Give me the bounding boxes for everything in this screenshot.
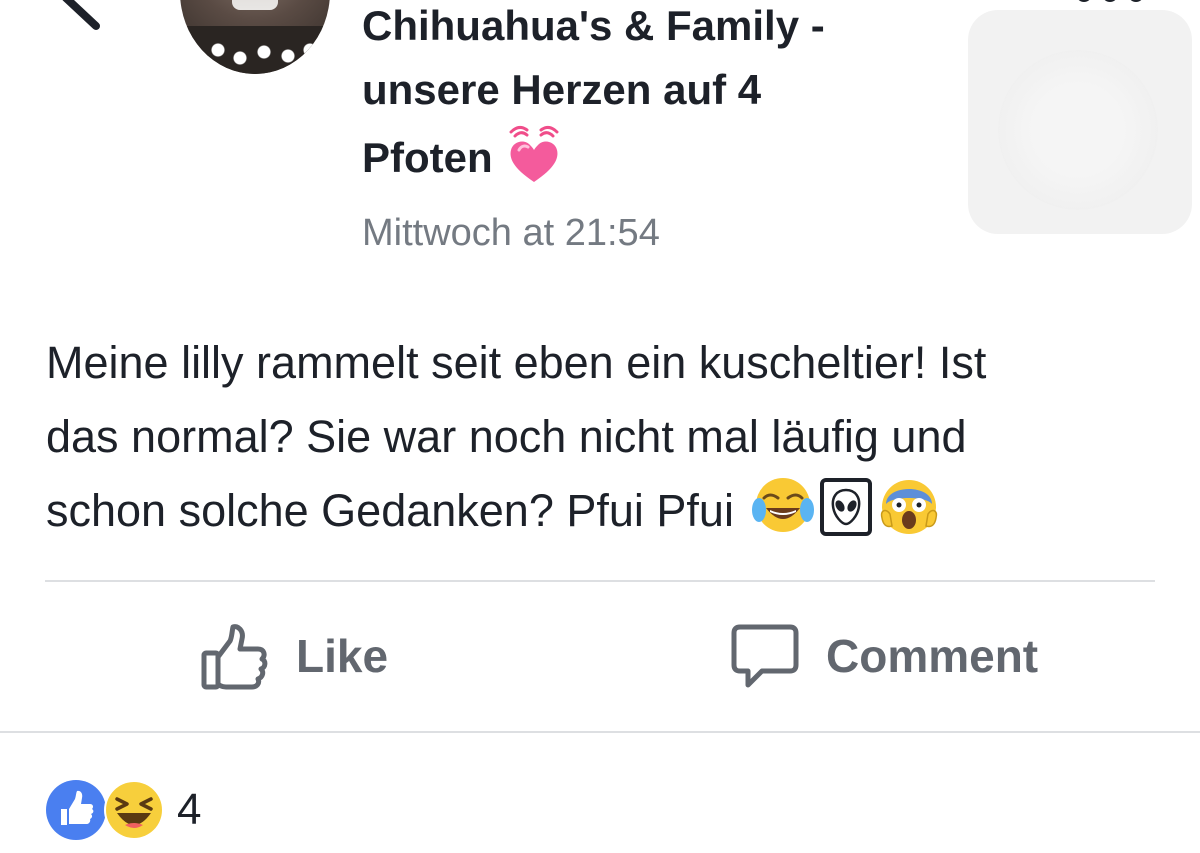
- group-avatar[interactable]: [180, 0, 330, 74]
- comment-button[interactable]: Comment: [730, 620, 1038, 692]
- thumbnail-glow: [998, 50, 1158, 210]
- post-text-line-2: das normal? Sie war noch nicht mal läufi…: [46, 411, 967, 462]
- post-text-line-1: Meine lilly rammelt seit eben ein kusche…: [46, 337, 987, 388]
- post-divider: [45, 580, 1155, 582]
- tears-of-joy-icon: [752, 478, 815, 532]
- post-body: Meine lilly rammelt seit eben ein kusche…: [46, 326, 1166, 548]
- reactions-summary[interactable]: 4: [45, 778, 201, 842]
- avatar-figure: [232, 0, 278, 10]
- back-arrow-icon[interactable]: [58, 0, 118, 30]
- post-text-line-3-text: schon solche Gedanken? Pfui Pfui: [46, 485, 734, 536]
- comment-label: Comment: [826, 630, 1039, 682]
- alien-icon: [820, 478, 873, 536]
- group-name-line-1: Chihuahua's & Family -: [362, 2, 825, 49]
- post-timestamp[interactable]: Mittwoch at 21:54: [362, 212, 660, 255]
- post-view: Chihuahua's & Family - unsere Herzen auf…: [0, 0, 1200, 853]
- avatar-crowd: [180, 26, 330, 74]
- comment-bubble-icon: [731, 624, 799, 688]
- haha-reaction-icon: [104, 780, 164, 840]
- group-name-line-3-text: Pfoten: [362, 134, 493, 181]
- like-label: Like: [296, 630, 389, 682]
- screaming-face-icon: [881, 480, 938, 534]
- post-thumbnail-placeholder[interactable]: [968, 10, 1192, 234]
- like-button[interactable]: Like: [200, 620, 388, 692]
- thumbs-up-icon: [201, 624, 268, 690]
- beating-heart-icon: [509, 125, 559, 182]
- like-reaction-icon: [46, 780, 106, 840]
- group-name-line-2: unsere Herzen auf 4: [362, 66, 762, 113]
- post-text-line-3: schon solche Gedanken? Pfui Pfui: [46, 474, 1166, 548]
- reaction-count: 4: [177, 785, 202, 834]
- group-name-line-3: Pfoten: [362, 122, 962, 190]
- group-name[interactable]: Chihuahua's & Family - unsere Herzen auf…: [362, 0, 962, 190]
- actions-divider: [0, 731, 1200, 733]
